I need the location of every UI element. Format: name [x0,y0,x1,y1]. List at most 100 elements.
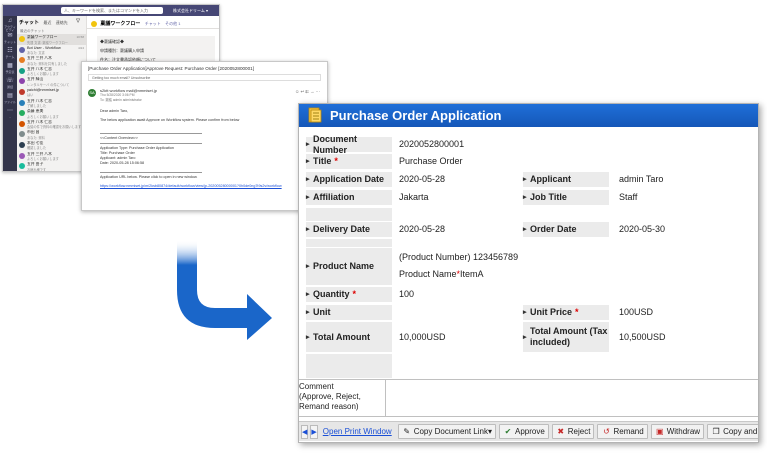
avatar [19,110,25,117]
chat-list-item[interactable]: 五井 三井 八木 あなた: 資料を共有しました [17,55,86,66]
avatar [19,57,25,64]
chat-list-item[interactable]: 市田 昌あなた: 資料 [17,129,86,140]
comment-label: Comment (Approve, Reject, Remand reason) [299,382,361,411]
more-icon[interactable]: ⋯ [316,89,322,94]
blank-cell [306,208,392,221]
label-application-date: Application Date [306,172,392,187]
avatar [19,99,25,106]
value-order-date: 2020-05-30 [619,224,666,234]
avatar [19,88,25,95]
teams-chat-list: チャット 最近 連絡先 ▽ 最近のチャット 稟議ワークフロー 先週 文書: 稟議ワ… [17,16,87,171]
email-sender-block: SA s2ktt workflow mail@nmmiset.jp Thu 5/… [82,87,327,109]
chat-list-item[interactable]: 稟議ワークフロー 先週 文書: 稟議ワークフロー 10:58 [17,34,86,45]
copy-document-link-button[interactable]: ✎ Copy Document Link▾ [397,424,496,439]
chat-list-item[interactable]: 斎藤 恵美 よろしくお願いします [17,108,86,119]
tab-contacts[interactable]: 連絡先 [56,20,68,25]
remand-button[interactable]: ↺ Remand [597,424,648,439]
sender-avatar: SA [88,89,96,97]
value-title: Purchase Order [399,156,463,166]
conversation-title: 稟議ワークフロー [100,21,141,27]
value-document-number: 2020052800001 [399,139,465,149]
approve-users-icon: ✔ [504,426,512,436]
chat-time: 4/24 [78,45,84,50]
chat-list-item[interactable]: 五井 由子 お疲れ様です [17,161,86,171]
open-print-window-link[interactable]: Open Print Window [320,424,395,439]
blank-cell [306,239,392,247]
tab-more[interactable]: その他 1 [165,21,180,26]
chat-list-item[interactable]: 五井 緑山 レンタルサーバ の件について [17,76,86,87]
chat-name: yaichi@nmmiset.jp [27,87,59,92]
label-title: Title* [306,154,392,169]
folder-document-icon [308,107,322,123]
avatar [19,78,25,85]
avatar [19,36,25,42]
chat-name: Bot User - Workflow [27,45,61,50]
approve-button[interactable]: ✔ Approve [498,424,549,439]
chat-list-title: チャット [19,20,39,26]
remand-users-icon: ↺ [603,426,610,436]
rail-item-chat[interactable]: ✉ チャット [3,31,17,46]
chat-preview: お疲れ様です [27,167,47,171]
tab-recent[interactable]: 最近 [43,20,51,25]
chat-list-item[interactable]: Bot User - Workflow あなた: 文書 4/24 [17,45,86,56]
po-toolbar: ◀ ▶ Open Print Window ✎ Copy Document Lin… [299,421,758,441]
application-link[interactable]: https://workflow.nmmiset.jp/m/2ksb80874/… [100,184,309,189]
divider [100,172,202,173]
label-affiliation: Affiliation [306,190,392,205]
composite-screenshot: 人、キーワードを検索、またはコマンドを入力 株式会社ドリーム ▾ ♫ アクティビテ… [0,0,767,461]
chat-list-item[interactable]: 五井 八木 仁志 会議の件で資料の確認をお願いします [17,119,86,130]
filter-icon[interactable]: ▽ [76,18,80,24]
avatar [19,46,25,53]
overview-label: <<Content Overview>> [100,136,138,140]
blank-cell [306,354,392,378]
next-page-button[interactable]: ▶ [310,424,318,439]
chat-list-item[interactable]: 本田 七佳 確認しました [17,140,86,151]
value-quantity: 100 [399,289,415,299]
value-affiliation: Jakarta [399,192,429,202]
avatar [19,67,25,74]
rail-item-calendar[interactable]: ▦ 予定表 [3,61,17,76]
value-applicant: admin Taro [619,174,664,184]
unsubscribe-hint[interactable]: Getting too much email? Unsubscribe [88,74,321,81]
comment-input[interactable] [385,380,758,416]
rail-item-label: ... [8,115,12,119]
value-unit-price: 100USD [619,307,654,317]
chat-list-item[interactable]: 五井 八木 仁志 よろしくお願いします [17,66,86,77]
copy-icon: ❐ [712,426,720,436]
label-applicant: Applicant [523,172,609,187]
value-delivery-date: 2020-05-28 [399,224,446,234]
chat-list-item[interactable]: 五井 八木 仁志 了解しました [17,98,86,109]
chat-list-header: チャット 最近 連絡先 ▽ [17,16,86,27]
rail-item-more[interactable]: ⋯... [3,106,17,121]
po-title-bar: Purchase Order Application [299,104,758,127]
label-total-amount: Total Amount [306,322,392,352]
rail-item-teams[interactable]: ☷ チーム [3,46,17,61]
rail-item-files[interactable]: ▤ ファイル [3,91,17,106]
tab-chat[interactable]: チャット [145,21,161,26]
comment-section: Comment (Approve, Reject, Remand reason) [299,379,758,417]
chat-list-item[interactable]: yaichi@nmmiset.jp はい [17,87,86,98]
teams-search-input[interactable]: 人、キーワードを検索、またはコマンドを入力 [61,7,163,14]
avatar [19,120,25,127]
copy-and-create-new-button[interactable]: ❐Copy and Create new [707,424,758,439]
value-product-name: Product Name * ItemA [399,269,484,279]
divider [100,143,202,144]
label-unit: Unit [306,305,392,320]
email-body: Dear admin Taro, The below application a… [82,109,327,189]
withdraw-button[interactable]: ▣ Withdraw [650,424,705,439]
avatar [19,152,25,159]
prev-page-button[interactable]: ◀ [301,424,309,439]
reject-users-icon: ✖ [557,426,565,436]
label-unit-price: Unit Price* [523,305,609,320]
rail-item-calls[interactable]: ☏ 通話 [3,76,17,91]
pencil-icon: ✎ [403,426,411,436]
chat-list-item[interactable]: 五井 三井 八木 よろしくお願いします [17,151,86,162]
rail-item-activity[interactable]: ♫ アクティビティ [3,16,17,32]
conversation-avatar [91,20,97,27]
value-application-date: 2020-05-28 [399,174,446,184]
reject-button[interactable]: ✖ Reject [551,424,595,439]
label-product-name: Product Name [306,248,392,285]
avatar [19,141,25,148]
teams-org-switcher[interactable]: 株式会社ドリーム ▾ [173,7,208,14]
label-total-amount-tax: Total Amount (Tax included) [523,322,609,352]
